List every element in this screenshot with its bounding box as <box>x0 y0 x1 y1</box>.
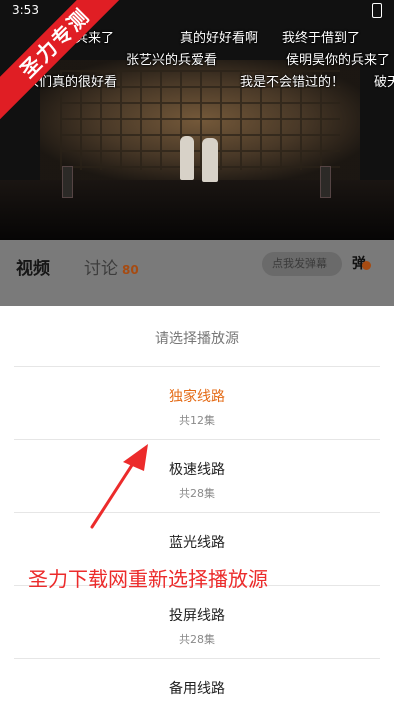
annotation-text: 圣力下载网重新选择播放源 <box>28 567 268 591</box>
battery-icon <box>372 3 382 18</box>
status-time: 3:53 <box>12 3 39 17</box>
annotation-arrow-icon <box>90 444 148 529</box>
